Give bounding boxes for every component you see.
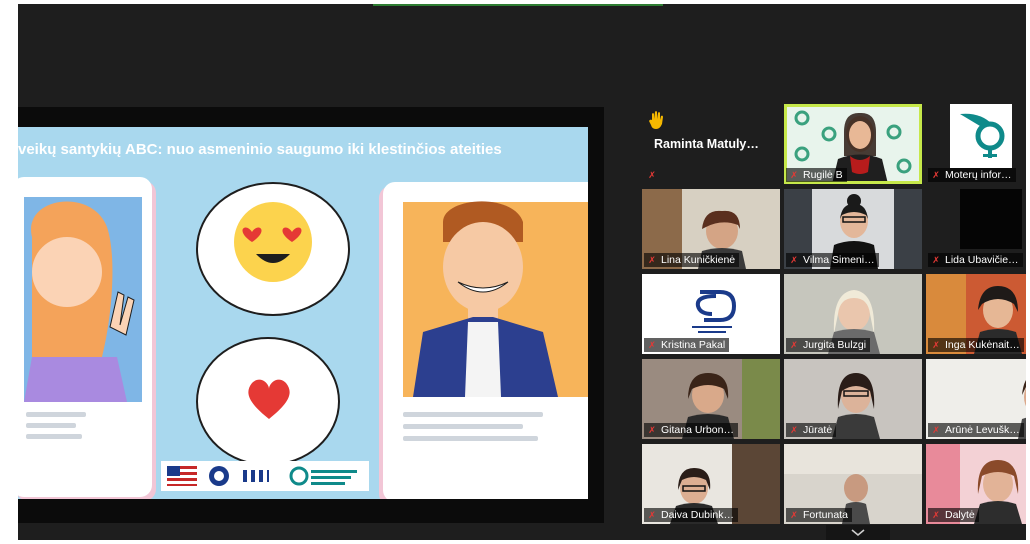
mic-muted-icon: ✗ xyxy=(790,340,798,350)
participant-tile[interactable]: ✗ Kristina Pakal xyxy=(642,274,780,354)
mic-muted-icon: ✗ xyxy=(932,170,940,180)
scroll-down-button[interactable] xyxy=(826,525,890,540)
speech-bubble-heart xyxy=(196,337,340,466)
participant-name: Jurgita Bulzgi xyxy=(803,339,867,351)
mic-muted-icon: ✗ xyxy=(932,425,940,435)
man-illustration xyxy=(403,201,588,441)
zoom-meeting-window: veikų santykių ABC: nuo asmeninio saugum… xyxy=(18,4,1026,540)
uslt-logo-icon xyxy=(243,470,269,482)
organization-logo xyxy=(950,104,1012,168)
raised-hand-icon xyxy=(649,111,663,129)
mic-muted-icon: ✗ xyxy=(648,255,656,265)
participant-tile[interactable]: ✗ Jūratė xyxy=(784,359,922,439)
participant-tile[interactable]: Raminta Matuly… ✗ xyxy=(642,104,780,184)
participant-name: Dalytė xyxy=(945,509,975,521)
participant-tile[interactable]: ✗ Lida Ubavičie… xyxy=(926,189,1026,269)
participant-tile[interactable]: ✗ Lina Kuničkienė xyxy=(642,189,780,269)
participant-tile[interactable]: ✗ Gitana Urbon… xyxy=(642,359,780,439)
moteru-centras-logo-icon xyxy=(960,113,1005,158)
mute-status: ✗ xyxy=(644,168,665,182)
mic-muted-icon: ✗ xyxy=(932,510,940,520)
participant-tile[interactable]: ✗ Arūnė Levušk… xyxy=(926,359,1026,439)
participant-name-tag: ✗ Moterų infor… xyxy=(928,168,1016,182)
participant-tile[interactable]: ✗ Vilma Simeni… xyxy=(784,189,922,269)
participant-name-tag: ✗ Daiva Dubink… xyxy=(644,508,738,522)
participant-tile[interactable]: ✗ Inga Kukėnait… xyxy=(926,274,1026,354)
participant-gallery: Raminta Matuly… ✗ ✗ Rugilė B ✗ Moterų in… xyxy=(642,104,1026,524)
chevron-down-icon xyxy=(851,529,865,537)
phone-illustration-right xyxy=(383,182,588,499)
participant-name: Arūnė Levušk… xyxy=(945,424,1020,436)
participant-name-tag: ✗ Inga Kukėnait… xyxy=(928,338,1024,352)
participant-name-tag: ✗ Lida Ubavičie… xyxy=(928,253,1023,267)
mic-muted-icon: ✗ xyxy=(790,170,798,180)
presentation-slide: veikų santykių ABC: nuo asmeninio saugum… xyxy=(18,127,588,499)
mic-muted-icon: ✗ xyxy=(932,340,940,350)
participant-tile[interactable]: ✗ Daiva Dubink… xyxy=(642,444,780,524)
participant-name: Daiva Dubink… xyxy=(661,509,734,521)
mic-muted-icon: ✗ xyxy=(648,340,656,350)
participant-tile[interactable]: ✗ Moterų infor… xyxy=(926,104,1026,184)
participant-name: Lina Kuničkienė xyxy=(661,254,736,266)
participant-name: Raminta Matuly… xyxy=(654,137,759,151)
participant-name-tag: ✗ Fortunata xyxy=(786,508,852,522)
participant-name: Lida Ubavičie… xyxy=(945,254,1019,266)
participant-name: Inga Kukėnait… xyxy=(945,339,1020,351)
mic-muted-icon: ✗ xyxy=(932,255,940,265)
mic-muted-icon: ✗ xyxy=(648,170,656,180)
speech-bubble-emoji xyxy=(196,182,350,316)
participant-name: Fortunata xyxy=(803,509,848,521)
mic-muted-icon: ✗ xyxy=(790,255,798,265)
participant-name-tag: ✗ Gitana Urbon… xyxy=(644,423,738,437)
participant-name: Moterų infor… xyxy=(945,169,1012,181)
sponsor-logos xyxy=(161,461,369,491)
participant-name-tag: ✗ Jurgita Bulzgi xyxy=(786,338,871,352)
participant-name: Jūratė xyxy=(803,424,833,436)
participant-name: Rugilė B xyxy=(803,169,843,181)
participant-name-tag: ✗ Vilma Simeni… xyxy=(786,253,879,267)
shared-screen[interactable]: veikų santykių ABC: nuo asmeninio saugum… xyxy=(18,107,604,523)
heart-eyes-emoji-icon xyxy=(234,202,312,282)
participant-name-tag: ✗ Jūratė xyxy=(786,423,837,437)
participant-video-black xyxy=(960,189,1022,249)
mic-muted-icon: ✗ xyxy=(648,510,656,520)
moteru-centras-logo-icon xyxy=(289,466,357,486)
mic-muted-icon: ✗ xyxy=(790,425,798,435)
us-flag-icon xyxy=(167,466,197,486)
woman-illustration xyxy=(24,197,142,439)
participant-name-tag: ✗ Rugilė B xyxy=(786,168,847,182)
phone-illustration-left xyxy=(18,177,152,497)
participant-name-tag: ✗ Dalytė xyxy=(928,508,979,522)
participant-tile[interactable]: ✗ Fortunata xyxy=(784,444,922,524)
mic-muted-icon: ✗ xyxy=(648,425,656,435)
participant-name: Kristina Pakal xyxy=(661,339,726,351)
slide-title: veikų santykių ABC: nuo asmeninio saugum… xyxy=(18,141,502,158)
participant-tile[interactable]: ✗ Dalytė xyxy=(926,444,1026,524)
participant-name-tag: ✗ Lina Kuničkienė xyxy=(644,253,740,267)
participant-tile-active-speaker[interactable]: ✗ Rugilė B xyxy=(784,104,922,184)
mic-muted-icon: ✗ xyxy=(790,510,798,520)
participant-tile[interactable]: ✗ Jurgita Bulzgi xyxy=(784,274,922,354)
window-top-accent xyxy=(373,4,663,6)
participant-name-tag: ✗ Arūnė Levušk… xyxy=(928,423,1024,437)
heart-icon xyxy=(248,379,290,419)
participant-name: Gitana Urbon… xyxy=(661,424,734,436)
participant-name: Vilma Simeni… xyxy=(803,254,875,266)
participant-name-tag: ✗ Kristina Pakal xyxy=(644,338,730,352)
